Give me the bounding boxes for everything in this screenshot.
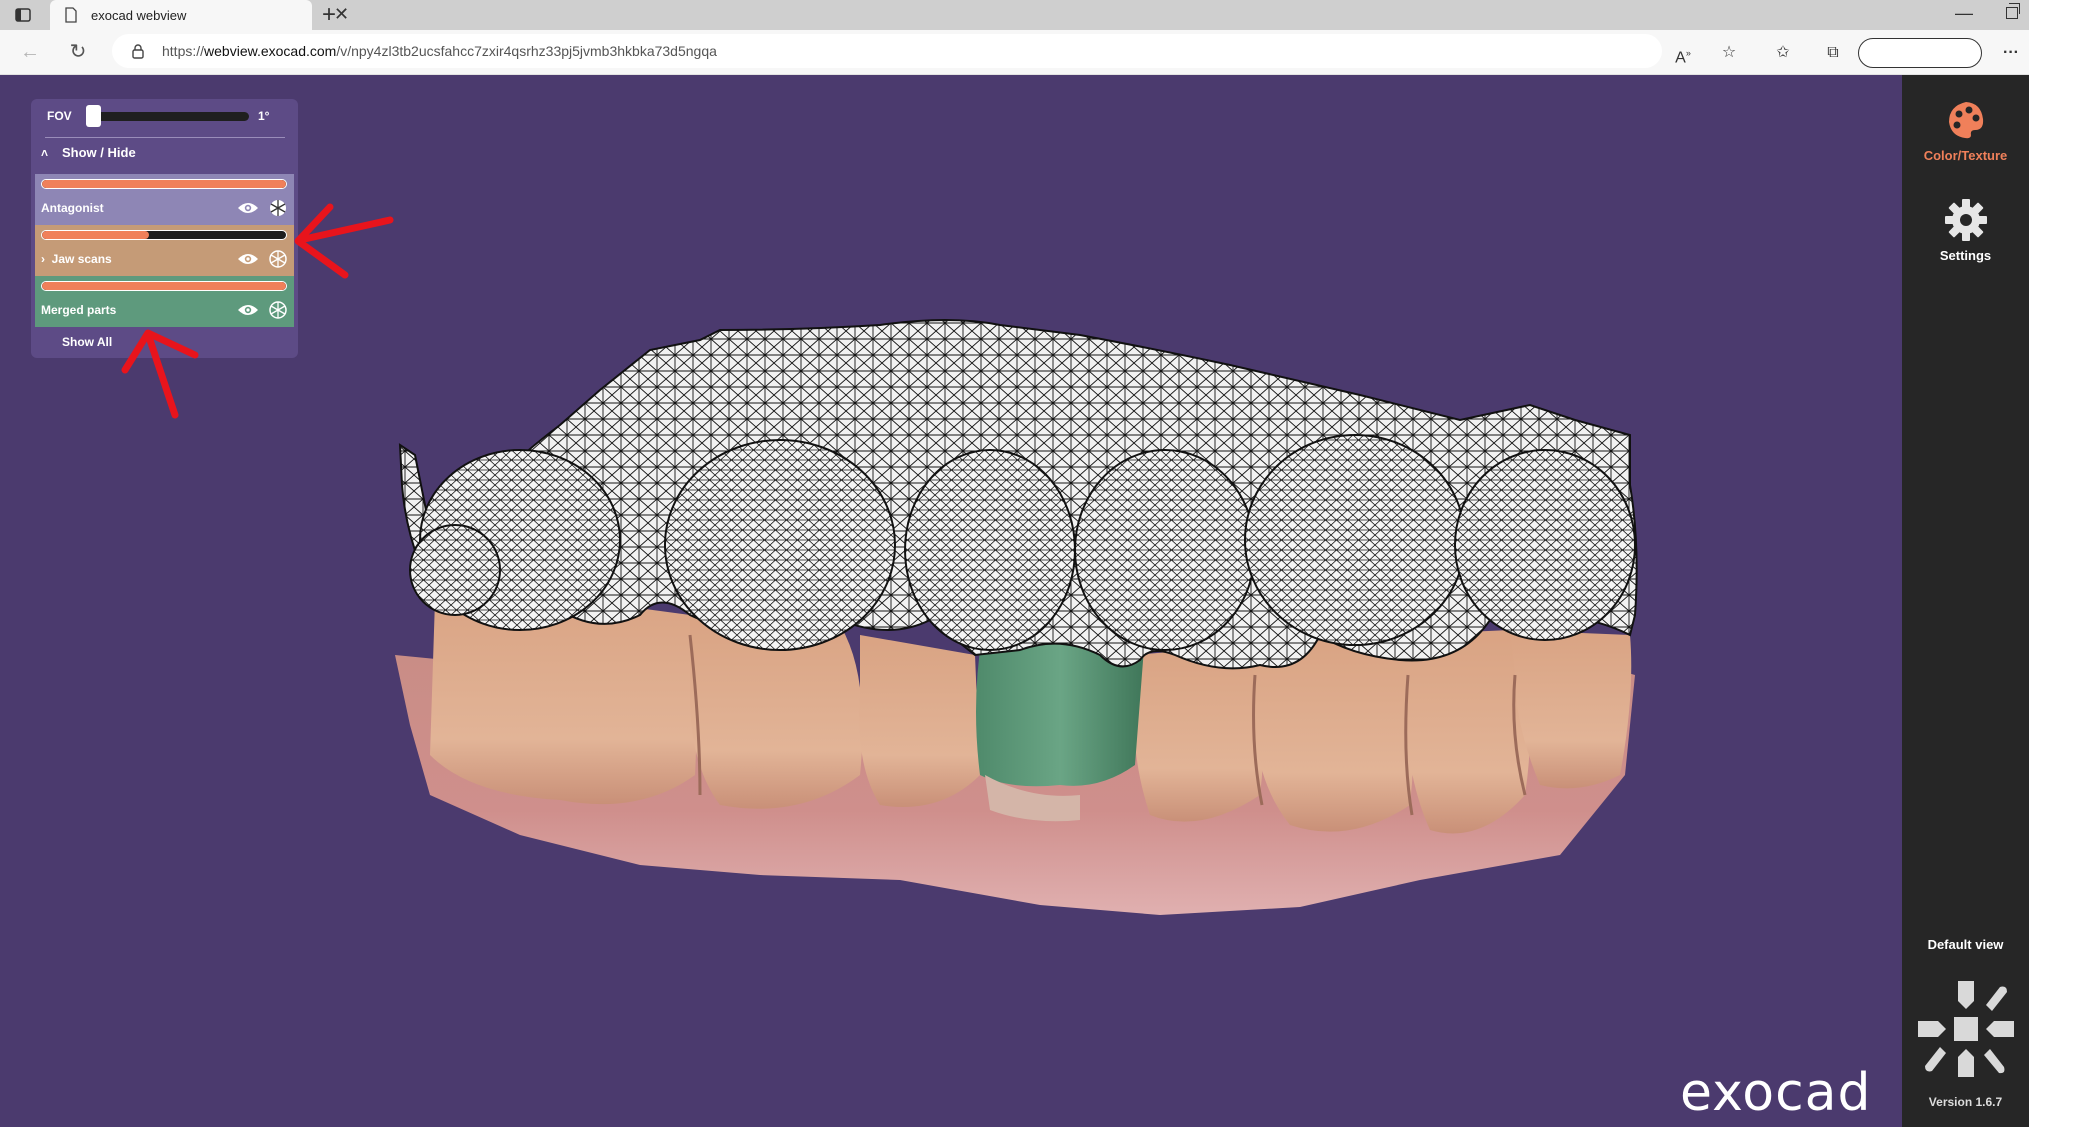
eye-icon[interactable] bbox=[237, 303, 259, 317]
address-bar[interactable]: https://webview.exocad.com/v/npy4zl3tb2u… bbox=[112, 34, 1662, 68]
profile-button[interactable] bbox=[1858, 38, 1982, 68]
opacity-fill bbox=[42, 180, 286, 188]
layer-antagonist: Antagonist bbox=[35, 174, 294, 225]
view-navigation-cube-icon[interactable] bbox=[1912, 975, 2020, 1083]
annotation-arrow-icon bbox=[294, 203, 394, 279]
lock-icon[interactable] bbox=[130, 43, 146, 59]
browser-tab[interactable]: exocad webview ✕ bbox=[50, 0, 349, 31]
url-text[interactable]: https://webview.exocad.com/v/npy4zl3tb2u… bbox=[162, 43, 717, 59]
tab-title: exocad webview bbox=[91, 8, 187, 23]
palette-icon bbox=[1948, 102, 1983, 139]
mesh-mode-icon[interactable] bbox=[269, 199, 287, 217]
eye-icon[interactable] bbox=[237, 252, 259, 266]
layer-name: Merged parts bbox=[41, 303, 117, 317]
minimize-icon[interactable]: — bbox=[1955, 3, 1973, 24]
fov-value: 1° bbox=[258, 109, 270, 123]
more-options-icon[interactable]: ··· bbox=[2000, 42, 2022, 64]
default-view-label: Default view bbox=[1927, 937, 2004, 952]
annotation-arrow-icon bbox=[121, 329, 199, 419]
exocad-logo: exocad bbox=[1680, 1063, 1872, 1123]
panel-divider bbox=[45, 137, 285, 138]
fov-slider-track[interactable] bbox=[89, 112, 249, 121]
expand-chevron-icon[interactable]: › bbox=[41, 252, 52, 266]
page-margin bbox=[2029, 0, 2084, 1127]
fov-label: FOV bbox=[47, 109, 72, 123]
collapse-chevron-icon[interactable]: ˄ bbox=[41, 146, 48, 160]
browser-tab-bar: exocad webview ✕ + — bbox=[0, 0, 2029, 31]
mesh-mode-icon[interactable] bbox=[269, 301, 287, 319]
add-favorite-icon[interactable]: ☆ bbox=[1718, 42, 1740, 64]
color-texture-label: Color/Texture bbox=[1923, 148, 2008, 163]
tool-sidebar: Color/Texture Settings Default view Vers… bbox=[1902, 75, 2029, 1127]
fov-slider-thumb[interactable] bbox=[86, 105, 101, 127]
read-aloud-icon[interactable]: A» bbox=[1672, 42, 1694, 66]
eye-icon[interactable] bbox=[237, 201, 259, 215]
collections-icon[interactable]: ⧉ bbox=[1822, 42, 1844, 64]
gear-icon bbox=[1944, 199, 1987, 241]
browser-nav-bar: ← ↻ https://webview.exocad.com/v/npy4zl3… bbox=[0, 30, 2029, 75]
color-texture-button[interactable]: Color/Texture bbox=[1902, 97, 2029, 163]
opacity-slider-antagonist[interactable] bbox=[41, 179, 287, 189]
favorites-icon[interactable]: ✩ bbox=[1772, 42, 1794, 64]
settings-label: Settings bbox=[1939, 248, 1992, 263]
sidebar-toggle-icon[interactable] bbox=[14, 6, 32, 24]
layer-name: Antagonist bbox=[41, 201, 104, 215]
document-icon bbox=[65, 7, 77, 23]
restore-icon[interactable] bbox=[2006, 3, 2020, 19]
3d-viewport[interactable]: FOV 1° ˄ Show / Hide Antagonist › Jaw sc… bbox=[0, 75, 1902, 1127]
show-all-button[interactable]: Show All bbox=[62, 335, 112, 349]
show-hide-toggle[interactable]: Show / Hide bbox=[62, 145, 136, 160]
version-label: Version 1.6.7 bbox=[1928, 1095, 2003, 1109]
settings-button[interactable]: Settings bbox=[1902, 197, 2029, 263]
back-icon[interactable]: ← bbox=[18, 40, 42, 64]
layer-name[interactable]: › Jaw scans bbox=[41, 252, 112, 266]
refresh-icon[interactable]: ↻ bbox=[66, 40, 90, 64]
close-tab-icon[interactable]: ✕ bbox=[334, 4, 349, 24]
mesh-mode-icon[interactable] bbox=[269, 250, 287, 268]
new-tab-icon[interactable]: + bbox=[322, 2, 336, 28]
